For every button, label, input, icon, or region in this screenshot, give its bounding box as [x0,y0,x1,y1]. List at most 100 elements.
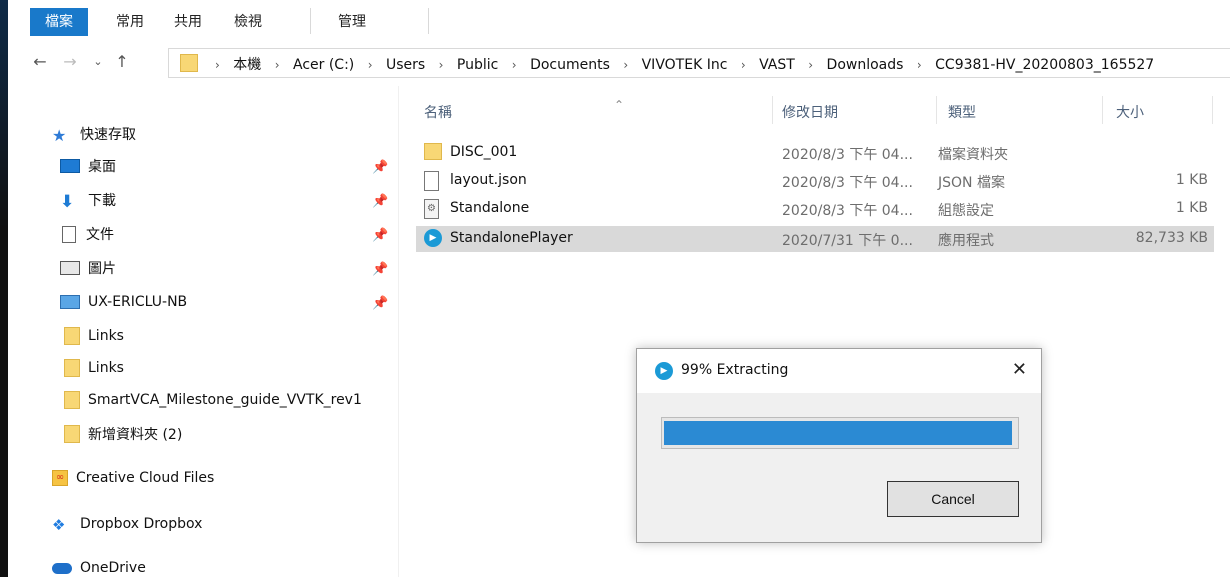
nav-label: 下載 [88,193,116,209]
pin-icon[interactable]: 📌 [372,262,388,277]
nav-item-links[interactable]: Links [64,324,124,348]
computer-icon [60,295,80,309]
nav-label: 快速存取 [80,127,136,143]
breadcrumb-item[interactable]: VIVOTEK Inc [642,57,728,73]
nav-label: 桌面 [88,159,116,175]
column-separator[interactable] [772,96,773,124]
nav-quick-access[interactable]: ★ 快速存取 [52,122,136,146]
creative-cloud-icon: ∞ [52,470,68,486]
breadcrumb-item[interactable]: 本機 [233,57,261,73]
tab-manage[interactable]: 管理 [338,8,366,36]
recent-chevron-down-icon[interactable]: ⌄ [88,55,108,68]
chevron-right-icon: › [274,58,280,72]
nav-item-links[interactable]: Links [64,356,124,380]
pin-icon[interactable]: 📌 [372,194,388,209]
pane-divider[interactable] [398,86,399,577]
nav-creative-cloud[interactable]: ∞ Creative Cloud Files [52,466,214,490]
folder-icon [424,143,442,160]
file-name: DISC_001 [450,144,518,160]
chevron-right-icon: › [740,58,746,72]
star-icon: ★ [52,126,67,145]
forward-arrow-icon[interactable]: → [60,52,80,71]
breadcrumb-item[interactable]: Downloads [827,57,904,73]
file-name: Standalone [450,200,530,216]
play-icon: ▶ [655,362,673,380]
tab-share[interactable]: 共用 [174,8,202,36]
progress-bar [661,417,1019,449]
folder-icon [64,425,80,443]
cloud-icon [52,562,72,574]
breadcrumb-item[interactable]: Users [386,57,425,73]
pictures-icon [60,261,80,275]
chevron-right-icon: › [215,58,220,72]
settings-file-icon: ⚙ [424,199,439,219]
nav-item-documents[interactable]: 文件 [60,222,114,246]
ribbon-separator [310,8,311,34]
close-icon[interactable]: ✕ [1012,359,1027,380]
column-separator[interactable] [936,96,937,124]
file-icon [424,171,439,191]
file-row[interactable]: ⚙ Standalone 2020/8/3 下午 04... 組態設定 1 KB [416,196,1214,222]
address-row: ← → ⌄ ↑ › 本機 › Acer (C:) › Users › Publi… [8,42,1230,86]
column-name-label: 名稱 [424,105,452,121]
up-arrow-icon[interactable]: ↑ [112,52,132,71]
file-row[interactable]: layout.json 2020/8/3 下午 04... JSON 檔案 1 … [416,168,1214,194]
tab-file[interactable]: 檔案 [30,8,88,36]
file-row[interactable]: DISC_001 2020/8/3 下午 04... 檔案資料夾 [416,140,1214,166]
breadcrumb-item[interactable]: Acer (C:) [293,57,354,73]
column-header-type[interactable]: 類型 [948,102,976,122]
nav-label: UX-ERICLU-NB [88,294,188,310]
nav-dropbox[interactable]: ❖ Dropbox Dropbox [52,512,202,536]
dialog-titlebar[interactable]: ▶ 99% Extracting ✕ [637,349,1041,393]
nav-item-new-folder[interactable]: 新增資料夾 (2) [64,422,182,446]
chevron-right-icon: › [511,58,517,72]
pin-icon[interactable]: 📌 [372,296,388,311]
pin-icon[interactable]: 📌 [372,228,388,243]
nav-label: Dropbox Dropbox [80,516,203,532]
file-date: 2020/8/3 下午 04... [782,175,913,191]
column-header-date[interactable]: 修改日期 [782,102,838,122]
file-size: 1 KB [1175,172,1208,188]
breadcrumb-item[interactable]: Documents [530,57,610,73]
folder-icon [180,54,198,72]
folder-icon [64,359,80,377]
nav-item-pictures[interactable]: 圖片 [60,256,116,280]
ribbon-separator [428,8,429,34]
nav-item-computer[interactable]: UX-ERICLU-NB [60,290,187,314]
nav-item-downloads[interactable]: ⬇ 下載 [60,188,116,212]
documents-icon [62,225,76,243]
nav-label: 新增資料夾 (2) [88,427,183,443]
file-size: 1 KB [1175,200,1208,216]
breadcrumb-item[interactable]: CC9381-HV_20200803_165527 [935,57,1154,73]
file-name: StandalonePlayer [450,230,573,246]
chevron-right-icon: › [367,58,373,72]
pin-icon[interactable]: 📌 [372,160,388,175]
nav-label: OneDrive [80,560,146,576]
column-separator[interactable] [1102,96,1103,124]
nav-item-desktop[interactable]: 桌面 [60,154,116,178]
nav-onedrive[interactable]: OneDrive [52,556,146,577]
breadcrumb-item[interactable]: Public [457,57,498,73]
column-header-name[interactable]: 名稱 ⌃ [424,98,624,122]
folder-icon [64,327,80,345]
file-row-selected[interactable]: ▶ StandalonePlayer 2020/7/31 下午 0... 應用程… [416,226,1214,252]
nav-label: SmartVCA_Milestone_guide_VVTK_rev1 [88,392,362,408]
file-date: 2020/8/3 下午 04... [782,203,913,219]
column-separator[interactable] [1212,96,1213,124]
progress-fill [664,421,1012,445]
ribbon-tabs: 檔案 常用 共用 檢視 管理 [8,0,1230,42]
nav-item-smartvca-folder[interactable]: SmartVCA_Milestone_guide_VVTK_rev1 [64,388,398,412]
breadcrumb-item[interactable]: VAST [759,57,795,73]
nav-label: Links [88,360,124,376]
file-date: 2020/8/3 下午 04... [782,147,913,163]
nav-label: 圖片 [88,261,116,277]
back-arrow-icon[interactable]: ← [30,52,50,71]
extract-progress-dialog: ▶ 99% Extracting ✕ Cancel [636,348,1042,543]
tab-home[interactable]: 常用 [116,8,144,36]
column-header-size[interactable]: 大小 [1116,102,1144,122]
window-left-edge [0,0,8,577]
dropbox-icon: ❖ [52,516,66,534]
tab-view[interactable]: 檢視 [234,8,262,36]
chevron-right-icon: › [916,58,922,72]
cancel-button[interactable]: Cancel [887,481,1019,517]
